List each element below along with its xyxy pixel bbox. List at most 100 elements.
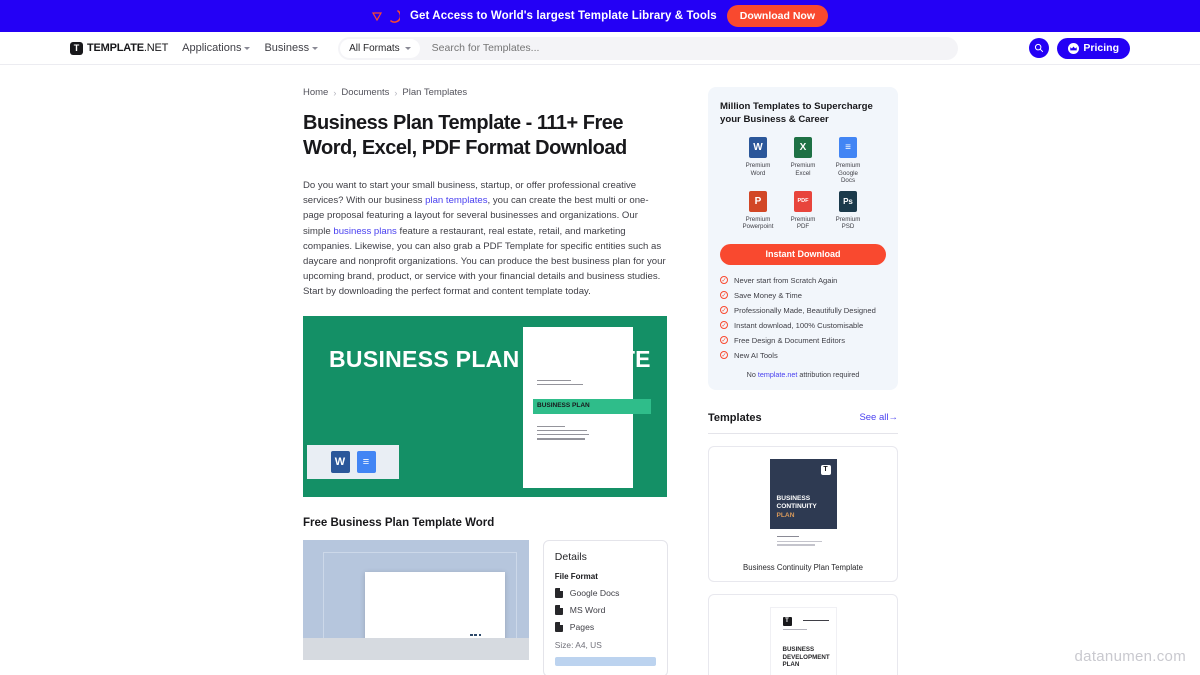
search-icon (1035, 43, 1044, 53)
thumbnail-title: BUSINESS CONTINUITY PLAN (777, 495, 817, 520)
perk-label: Professionally Made, Beautifully Designe… (734, 305, 876, 315)
excel-icon: X (794, 137, 812, 158)
section-title-free-word: Free Business Plan Template Word (303, 516, 495, 529)
breadcrumb-separator-icon: › (333, 87, 337, 98)
breadcrumb-item-documents[interactable]: Documents (341, 87, 389, 98)
search-input[interactable] (419, 42, 959, 54)
google-docs-icon: ≡ (839, 137, 857, 158)
perk-item: ✓ Free Design & Document Editors (720, 336, 886, 345)
premium-format-powerpoint[interactable]: P Premium Powerpoint (741, 190, 776, 231)
premium-format-label: Premium Excel (790, 162, 816, 177)
instant-download-button[interactable]: Instant Download (720, 243, 886, 265)
search-button[interactable] (1029, 38, 1050, 58)
perk-item: ✓ Save Money & Time (720, 291, 886, 300)
attribution-prefix: No (746, 369, 758, 379)
chevron-down-icon (312, 46, 319, 50)
premium-format-excel[interactable]: X Premium Excel (786, 137, 821, 185)
crown-icon (1068, 42, 1080, 54)
template-badge-icon: T (820, 464, 831, 475)
nav-item-applications[interactable]: Applications (182, 42, 251, 54)
premium-format-psd[interactable]: Ps Premium PSD (831, 190, 866, 231)
pricing-label: Pricing (1083, 42, 1119, 54)
file-format-label: MS Word (569, 604, 606, 615)
hero-format-icons: W ≡ (307, 444, 399, 479)
premium-format-google-docs[interactable]: ≡ Premium Google Docs (831, 137, 866, 185)
perk-item: ✓ Never start from Scratch Again (720, 276, 886, 285)
attribution-suffix: attribution required (797, 369, 860, 379)
thumbnail-footer (769, 528, 837, 553)
hero-doc-title: BUSINESS PLAN (537, 401, 590, 409)
perk-label: Never start from Scratch Again (734, 275, 838, 285)
template-card-business-continuity[interactable]: T BUSINESS CONTINUITY PLAN Business Cont… (708, 445, 898, 582)
premium-format-label: Premium Google Docs (835, 162, 861, 185)
breadcrumb-separator-icon: › (394, 87, 398, 98)
check-circle-icon: ✓ (720, 351, 728, 360)
breadcrumb: Home › Documents › Plan Templates (303, 87, 668, 98)
watermark: datanumen.com (1074, 648, 1186, 665)
site-logo[interactable]: T TEMPLATE.NET (70, 41, 168, 55)
thumbnail-line-2: CONTINUITY (776, 503, 817, 511)
check-circle-icon: ✓ (720, 276, 728, 285)
premium-format-label: Premium Word (745, 162, 771, 177)
word-icon: W (330, 450, 350, 473)
document-icon (554, 604, 563, 615)
hero-image[interactable]: BUSINESS PLAN TEMPLATE W ≡ BUSINESS PLAN (303, 315, 667, 497)
nav-item-business[interactable]: Business (264, 42, 319, 54)
templates-heading: Templates (708, 411, 762, 424)
word-icon: W (749, 137, 767, 158)
template-preview-image[interactable]: [PROPOSED NAME OF BUSINESS] BUSINESS PLA… (303, 539, 529, 660)
thumbnail-rule (802, 619, 829, 622)
promo-card: Million Templates to Supercharge your Bu… (708, 87, 898, 390)
see-all-link[interactable]: See all→ (859, 412, 898, 423)
template-caption: Business Continuity Plan Template (743, 562, 863, 572)
breadcrumb-item-plan-templates[interactable]: Plan Templates (402, 87, 467, 98)
promo-card-heading: Million Templates to Supercharge your Bu… (720, 101, 873, 125)
logo-name: TEMPLATE (87, 42, 144, 54)
format-filter-label: All Formats (349, 42, 400, 54)
thumbnail-line-1: BUSINESS (776, 494, 811, 502)
download-now-button[interactable]: Download Now (726, 5, 829, 27)
perk-label: Free Design & Document Editors (734, 335, 845, 345)
premium-format-grid: W Premium Word X Premium Excel ≡ Premium… (720, 137, 886, 231)
template-card-business-development[interactable]: T BUSINESS DEVELOPMENT PLAN (708, 593, 898, 675)
premium-format-label: Premium PSD (835, 215, 861, 231)
powerpoint-icon: P (749, 190, 767, 212)
template-thumbnail: T BUSINESS DEVELOPMENT PLAN (769, 606, 837, 675)
document-icon (554, 587, 563, 598)
template-detail-row: [PROPOSED NAME OF BUSINESS] BUSINESS PLA… (303, 539, 668, 675)
photoshop-icon: Ps (839, 190, 857, 212)
page-title: Business Plan Template - 111+ Free Word,… (303, 112, 627, 159)
page-description: Do you want to start your small business… (303, 178, 668, 300)
pricing-button[interactable]: Pricing (1057, 37, 1130, 59)
details-progress-bar (554, 656, 656, 666)
file-format-ms-word[interactable]: MS Word (554, 604, 656, 615)
document-icon (554, 621, 563, 632)
mockup-lines-bottom (537, 425, 589, 442)
check-circle-icon: ✓ (720, 306, 728, 315)
link-plan-templates[interactable]: plan templates (425, 195, 487, 206)
file-format-pages[interactable]: Pages (554, 621, 656, 632)
preview-bottom-strip (303, 637, 529, 660)
link-business-plans[interactable]: business plans (333, 226, 396, 237)
hero-document-mockup: BUSINESS PLAN (523, 326, 651, 488)
perk-label: New AI Tools (734, 350, 778, 360)
attribution-link[interactable]: template.net (758, 370, 798, 379)
file-format-google-docs[interactable]: Google Docs (554, 587, 656, 598)
nav-label-applications: Applications (182, 42, 242, 54)
search-bar: All Formats (338, 36, 959, 60)
google-docs-icon: ≡ (356, 450, 376, 473)
sidebar-column: Million Templates to Supercharge your Bu… (708, 87, 898, 675)
format-filter-dropdown[interactable]: All Formats (340, 38, 420, 58)
perk-item: ✓ New AI Tools (720, 351, 886, 360)
details-subheading: File Format (554, 571, 598, 581)
site-header: T TEMPLATE.NET Applications Business All… (0, 32, 1200, 65)
thumbnail-title: BUSINESS DEVELOPMENT PLAN (783, 646, 830, 669)
premium-format-pdf[interactable]: PDF Premium PDF (786, 190, 821, 231)
thumbnail-subline (782, 628, 807, 631)
pdf-icon: PDF (794, 190, 812, 212)
check-circle-icon: ✓ (720, 336, 728, 345)
premium-format-label: Premium PDF (790, 215, 816, 231)
premium-format-word[interactable]: W Premium Word (741, 137, 776, 185)
breadcrumb-item-home[interactable]: Home (303, 87, 328, 98)
logo-text: TEMPLATE.NET (87, 42, 168, 54)
